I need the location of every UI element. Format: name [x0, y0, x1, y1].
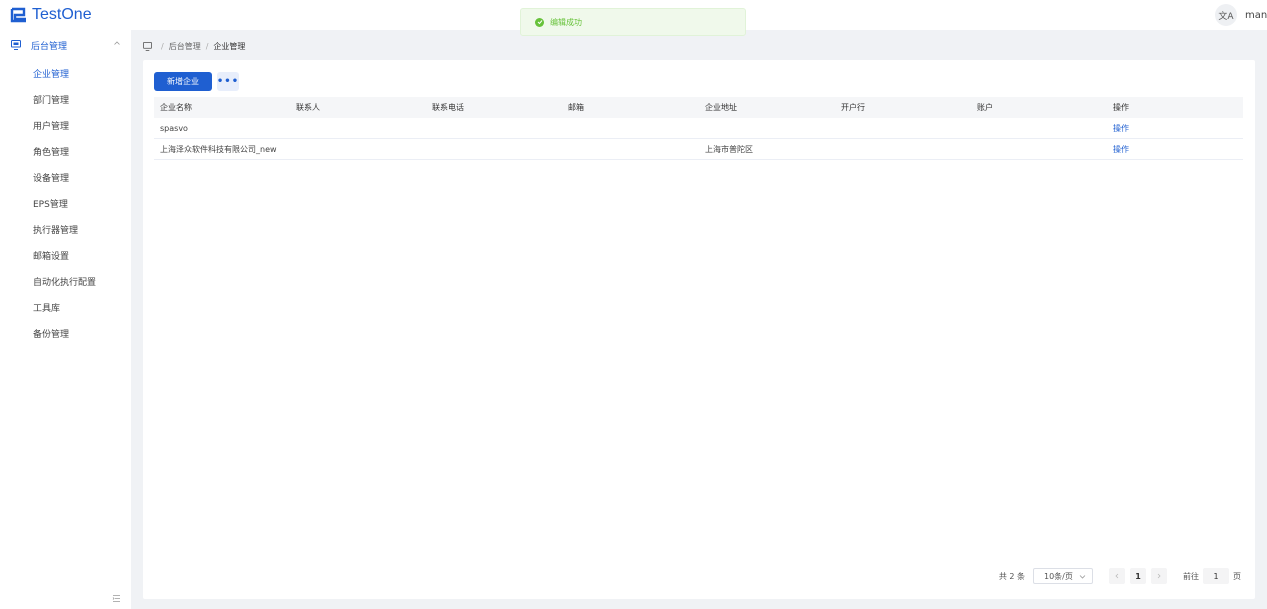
monitor-icon	[11, 40, 21, 50]
chevron-right-icon	[1157, 573, 1161, 579]
sidebar-item-label: 部门管理	[33, 95, 70, 106]
header-actions: 文A manager	[1215, 0, 1267, 30]
success-toast: 编辑成功	[520, 8, 746, 36]
column-header: 企业名称	[160, 103, 192, 112]
toast-message: 编辑成功	[550, 17, 582, 27]
testone-logo-icon	[10, 7, 26, 23]
sidebar: 后台管理 企业管理 部门管理 用户管理 角色管理 设备管理 EPS管理 执行器管…	[0, 30, 131, 609]
sidebar-item-executors[interactable]: 执行器管理	[0, 216, 131, 242]
sidebar-item-label: 自动化执行配置	[33, 277, 97, 288]
goto-page-input[interactable]: 1	[1203, 568, 1229, 584]
sidebar-item-enterprise[interactable]: 企业管理	[0, 60, 131, 86]
sidebar-item-label: EPS管理	[33, 199, 68, 210]
column-header: 邮箱	[568, 103, 584, 112]
pagination: 共 2 条 10条/页 1 前往 1 页	[999, 568, 1241, 584]
breadcrumb-separator: /	[205, 41, 209, 51]
page-number-button[interactable]: 1	[1130, 568, 1146, 584]
enterprise-table: 企业名称 联系人 联系电话 邮箱 企业地址 开户行 账户 操作 spasvo 操…	[154, 97, 1243, 160]
chevron-up-icon	[114, 41, 120, 45]
table-cell: 上海泽众软件科技有限公司_new	[160, 144, 277, 154]
brand-name: TestOne	[32, 6, 92, 23]
column-header: 操作	[1113, 103, 1129, 112]
sidebar-item-mail-settings[interactable]: 邮箱设置	[0, 242, 131, 268]
breadcrumb-separator: /	[161, 41, 164, 51]
content-card: 新增企业 ••• 企业名称 联系人 联系电话 邮箱 企业地址 开户行 账户 操作…	[143, 60, 1255, 599]
table-row: 上海泽众软件科技有限公司_new 上海市普陀区 操作	[154, 139, 1243, 160]
app-root: TestOne 文A manager 编辑成功 后台管理 企业管理 部门管理 用	[0, 0, 1267, 609]
sidebar-group-admin[interactable]: 后台管理	[0, 30, 131, 60]
page-unit-label: 页	[1233, 571, 1241, 581]
add-enterprise-button[interactable]: 新增企业	[154, 72, 212, 91]
goto-label: 前往	[1183, 571, 1199, 581]
chevron-down-icon	[1079, 575, 1086, 579]
sidebar-group-label: 后台管理	[31, 41, 68, 52]
table-cell: 上海市普陀区	[705, 144, 753, 154]
sidebar-item-users[interactable]: 用户管理	[0, 112, 131, 138]
sidebar-item-toolbox[interactable]: 工具库	[0, 294, 131, 320]
row-action-link[interactable]: 操作	[1107, 144, 1243, 155]
sidebar-item-label: 执行器管理	[33, 225, 79, 236]
more-actions-button[interactable]: •••	[217, 72, 239, 91]
table-cell: spasvo	[160, 123, 188, 133]
next-page-button[interactable]	[1151, 568, 1167, 584]
page-size-select[interactable]: 10条/页	[1033, 568, 1093, 584]
language-switch-icon[interactable]: 文A	[1215, 4, 1237, 26]
user-menu[interactable]: manager	[1245, 10, 1267, 21]
pagination-total: 共 2 条	[998, 571, 1025, 581]
prev-page-button[interactable]	[1109, 568, 1125, 584]
sidebar-item-roles[interactable]: 角色管理	[0, 138, 131, 164]
column-header: 联系人	[296, 103, 320, 112]
brand-logo[interactable]: TestOne	[10, 6, 92, 24]
sidebar-item-label: 工具库	[33, 303, 61, 314]
breadcrumb-current: 企业管理	[213, 41, 246, 51]
column-header: 企业地址	[705, 103, 737, 112]
column-header: 开户行	[841, 103, 865, 112]
collapse-menu-icon[interactable]	[112, 594, 121, 603]
sidebar-item-label: 设备管理	[33, 173, 70, 184]
check-circle-icon	[535, 17, 544, 27]
sidebar-item-eps[interactable]: EPS管理	[0, 190, 131, 216]
sidebar-item-automation-config[interactable]: 自动化执行配置	[0, 268, 131, 294]
column-header: 账户	[977, 103, 993, 112]
column-header: 联系电话	[432, 103, 464, 112]
sidebar-item-label: 角色管理	[33, 147, 70, 158]
toolbar: 新增企业 •••	[154, 72, 239, 91]
monitor-icon[interactable]	[143, 41, 152, 51]
sidebar-item-department[interactable]: 部门管理	[0, 86, 131, 112]
page-size-value: 10条/页	[1044, 571, 1073, 581]
chevron-left-icon	[1115, 573, 1119, 579]
sidebar-item-label: 企业管理	[33, 69, 70, 80]
breadcrumb: / 后台管理 / 企业管理	[143, 38, 245, 54]
sidebar-item-label: 用户管理	[33, 121, 70, 132]
sidebar-item-label: 邮箱设置	[33, 251, 70, 262]
sidebar-item-label: 备份管理	[33, 329, 70, 340]
table-row: spasvo 操作	[154, 118, 1243, 139]
sidebar-item-backup[interactable]: 备份管理	[0, 320, 131, 346]
sidebar-item-devices[interactable]: 设备管理	[0, 164, 131, 190]
table-header: 企业名称 联系人 联系电话 邮箱 企业地址 开户行 账户 操作	[154, 97, 1243, 118]
row-action-link[interactable]: 操作	[1107, 123, 1243, 134]
breadcrumb-parent[interactable]: 后台管理	[169, 41, 201, 52]
